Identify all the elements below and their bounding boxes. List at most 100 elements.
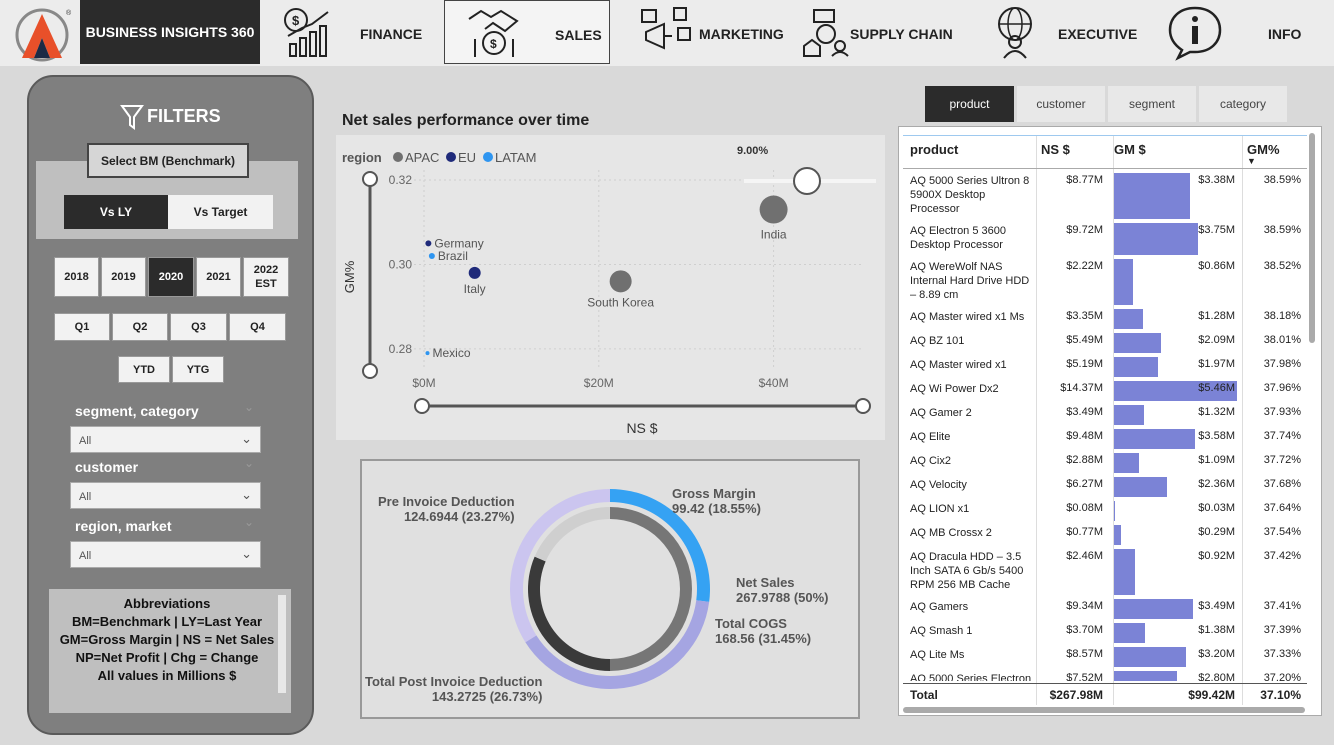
- cell-ns: $3.35M: [1066, 310, 1103, 322]
- supply-chain-truck-icon: [803, 9, 849, 57]
- sort-descending-icon[interactable]: ▼: [1247, 156, 1256, 166]
- customer-dropdown[interactable]: All ⌄: [70, 482, 261, 509]
- cell-ns: $2.22M: [1066, 260, 1103, 272]
- tab-customer[interactable]: customer: [1017, 86, 1105, 122]
- scatter-point: [428, 253, 435, 259]
- table-row[interactable]: AQ Gamer 2 $3.49M $1.32M 37.93%: [903, 403, 1307, 427]
- cell-gm-pct: 37.72%: [1263, 454, 1301, 466]
- tab-product[interactable]: product: [925, 86, 1014, 122]
- header-product[interactable]: product: [910, 142, 958, 157]
- table-row[interactable]: AQ 5000 Series Ultron 8 5900X Desktop Pr…: [903, 171, 1307, 221]
- cell-gm: $1.97M: [1198, 358, 1235, 370]
- x-slider-handle-left: [414, 398, 430, 414]
- tab-category[interactable]: category: [1199, 86, 1287, 122]
- table-row[interactable]: AQ Smash 1 $3.70M $1.38M 37.39%: [903, 621, 1307, 645]
- header-gm-pct[interactable]: GM%: [1247, 142, 1280, 157]
- year-2021-button[interactable]: 2021: [196, 257, 241, 297]
- slicer-region-market-label: region, market: [75, 518, 172, 534]
- quarter-q4-button[interactable]: Q4: [229, 313, 286, 341]
- cell-gm-pct: 37.42%: [1263, 550, 1301, 562]
- gm-bar: [1114, 357, 1158, 377]
- table-row[interactable]: AQ BZ 101 $5.49M $2.09M 38.01%: [903, 331, 1307, 355]
- cell-ns: $7.52M: [1066, 672, 1103, 681]
- table-row[interactable]: AQ Lite Ms $8.57M $3.20M 37.33%: [903, 645, 1307, 669]
- vertical-scrollbar[interactable]: [1309, 133, 1315, 343]
- cell-ns: $3.70M: [1066, 624, 1103, 636]
- cell-ns: $0.08M: [1066, 502, 1103, 514]
- nav-marketing-label: MARKETING: [699, 26, 784, 42]
- table-row[interactable]: AQ Velocity $6.27M $2.36M 37.68%: [903, 475, 1307, 499]
- sales-handshake-icon: $: [468, 9, 519, 57]
- cell-ns: $8.57M: [1066, 648, 1103, 660]
- nav-finance-label: FINANCE: [360, 26, 423, 42]
- table-row[interactable]: AQ Elite $9.48M $3.58M 37.74%: [903, 427, 1307, 451]
- y-axis-title: GM%: [342, 260, 357, 293]
- table-row[interactable]: AQ WereWolf NAS Internal Hard Drive HDD …: [903, 257, 1307, 307]
- scatter-point: [609, 270, 632, 293]
- table-row[interactable]: AQ Cix2 $2.88M $1.09M 37.72%: [903, 451, 1307, 475]
- year-2020-button[interactable]: 2020: [148, 257, 194, 297]
- donut-label-value: 143.2725 (26.73%): [431, 689, 543, 704]
- donut-label-name: Total Post Invoice Deduction: [365, 674, 543, 689]
- slicer-customer-label: customer: [75, 459, 139, 475]
- gm-bar: [1114, 549, 1135, 595]
- nav-executive[interactable]: EXECUTIVE: [982, 0, 1137, 64]
- quarter-q2-button[interactable]: Q2: [112, 313, 168, 341]
- select-benchmark-button[interactable]: Select BM (Benchmark): [87, 143, 249, 178]
- table-row[interactable]: AQ MB Crossx 2 $0.77M $0.29M 37.54%: [903, 523, 1307, 547]
- chevron-down-icon[interactable]: ⌄: [244, 400, 254, 414]
- year-2022-est-button[interactable]: 2022 EST: [243, 257, 289, 297]
- table-row[interactable]: AQ 5000 Series Electron $7.52M $2.80M 37.20…: [903, 669, 1307, 681]
- cell-product: AQ Gamers: [910, 601, 969, 613]
- nav-finance[interactable]: $ FINANCE: [262, 0, 432, 64]
- cell-product: AQ Elite: [910, 431, 951, 443]
- chevron-down-icon: ⌄: [241, 431, 252, 446]
- table-row[interactable]: AQ Master wired x1 Ms $3.35M $1.28M 38.18%: [903, 307, 1307, 331]
- nav-supply-chain[interactable]: SUPPLY CHAIN: [800, 0, 970, 64]
- y-tick-label: 0.28: [389, 342, 413, 356]
- table-row[interactable]: AQ Gamers $9.34M $3.49M 37.41%: [903, 597, 1307, 621]
- scatter-chart-title: Net sales performance over time: [342, 112, 590, 129]
- ytg-button[interactable]: YTG: [172, 356, 224, 383]
- nav-info[interactable]: INFO: [1160, 0, 1330, 64]
- vs-ly-button[interactable]: Vs LY: [64, 195, 168, 229]
- header-gm[interactable]: GM $: [1114, 142, 1146, 157]
- legend-marker: [393, 152, 403, 162]
- ytd-button[interactable]: YTD: [118, 356, 170, 383]
- abbreviations-line: NP=Net Profit | Chg = Change: [75, 650, 259, 665]
- atliq-logo-icon: ®: [15, 8, 72, 62]
- abbreviations-scrollbar[interactable]: [278, 595, 286, 693]
- table-row[interactable]: AQ LION x1 $0.08M $0.03M 37.64%: [903, 499, 1307, 523]
- header-ns[interactable]: NS $: [1041, 142, 1070, 157]
- nav-sales[interactable]: $ SALES: [444, 0, 610, 64]
- nav-supply-chain-label: SUPPLY CHAIN: [850, 26, 953, 42]
- nav-marketing[interactable]: MARKETING: [636, 0, 786, 64]
- legend-label: EU: [458, 150, 476, 165]
- horizontal-scrollbar[interactable]: [903, 707, 1305, 713]
- cell-gm: $5.46M: [1198, 382, 1235, 394]
- donut-label-value: 124.6944 (23.27%): [403, 509, 515, 524]
- legend-label: LATAM: [495, 150, 536, 165]
- table-row[interactable]: AQ Wi Power Dx2 $14.37M $5.46M 37.96%: [903, 379, 1307, 403]
- vs-target-button[interactable]: Vs Target: [168, 195, 273, 229]
- chevron-down-icon[interactable]: ⌄: [244, 515, 254, 529]
- cell-product: AQ Lite Ms: [910, 649, 965, 661]
- year-2019-button[interactable]: 2019: [101, 257, 146, 297]
- cell-gm-pct: 37.98%: [1263, 358, 1301, 370]
- quarter-q3-button[interactable]: Q3: [170, 313, 227, 341]
- year-2018-button[interactable]: 2018: [54, 257, 99, 297]
- cell-product: AQ Smash 1: [910, 625, 973, 637]
- segment-category-dropdown[interactable]: All ⌄: [70, 426, 261, 453]
- table-row[interactable]: AQ Electron 5 3600 Desktop Processor $9.7…: [903, 221, 1307, 257]
- scatter-point: [468, 266, 481, 279]
- table-row[interactable]: AQ Dracula HDD – 3.5 Inch SATA 6 Gb/s 54…: [903, 547, 1307, 597]
- tab-segment[interactable]: segment: [1108, 86, 1196, 122]
- chevron-down-icon[interactable]: ⌄: [244, 456, 254, 470]
- dropdown-value: All: [79, 435, 92, 447]
- gm-bar: [1114, 525, 1121, 545]
- region-market-dropdown[interactable]: All ⌄: [70, 541, 261, 568]
- quarter-q1-button[interactable]: Q1: [54, 313, 110, 341]
- filters-title: FILTERS: [147, 106, 221, 126]
- cell-gm: $3.38M: [1198, 174, 1235, 186]
- table-row[interactable]: AQ Master wired x1 $5.19M $1.97M 37.98%: [903, 355, 1307, 379]
